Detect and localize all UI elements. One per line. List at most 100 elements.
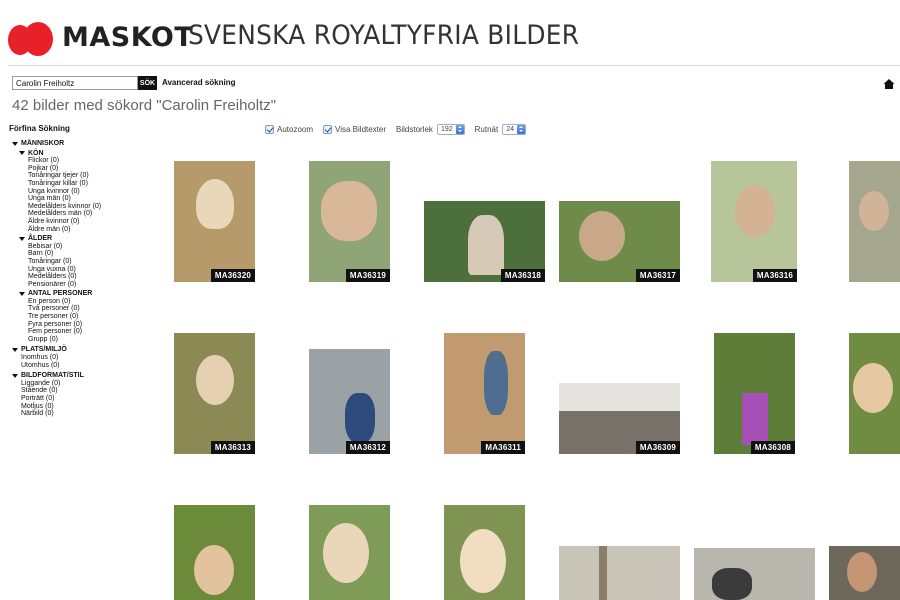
filter-item[interactable]: Pensionärer (0)	[19, 281, 162, 289]
filter-item[interactable]: Äldre män (0)	[19, 226, 162, 234]
filter-list: Bebisar (0) Barn (0) Tonåringar (0) Unga…	[19, 243, 162, 289]
filter-item[interactable]: Unga vuxna (0)	[19, 266, 162, 274]
category-toggle[interactable]: MÄNNISKOR	[12, 140, 162, 148]
group-toggle[interactable]: ANTAL PERSONER	[19, 290, 162, 298]
photo-thumbnail[interactable]	[444, 505, 525, 600]
filter-item[interactable]: Stående (0)	[12, 387, 162, 395]
filter-item[interactable]: Unga kvinnor (0)	[19, 188, 162, 196]
filter-item[interactable]: Barn (0)	[19, 250, 162, 258]
filter-item[interactable]: Motljus (0)	[12, 403, 162, 411]
captions-option[interactable]: Visa Bildtexter	[323, 124, 387, 134]
filter-item[interactable]: Porträtt (0)	[12, 395, 162, 403]
home-icon[interactable]	[883, 78, 895, 90]
image-code: MA36320	[210, 269, 255, 282]
triangle-down-icon	[19, 236, 25, 241]
captions-label: Visa Bildtexter	[335, 124, 387, 134]
brand-tagline: SVENSKA ROYALTYFRIA BILDER	[188, 20, 580, 51]
image-size-value: 192	[440, 125, 453, 133]
image-size-select[interactable]: 192	[436, 123, 465, 135]
image-code: MA36313	[210, 441, 255, 454]
photo-subject	[484, 351, 508, 415]
image-code: MA36309	[635, 441, 680, 454]
photo-thumbnail[interactable]: MA36313	[174, 333, 255, 454]
filter-item[interactable]: Två personer (0)	[19, 305, 162, 313]
filter-item[interactable]: Inomhus (0)	[12, 354, 162, 362]
filter-item[interactable]: Tonåringar killar (0)	[19, 180, 162, 188]
filter-item[interactable]: Tonåringar tjejer (0)	[19, 172, 162, 180]
filter-item[interactable]: Medelålders män (0)	[19, 210, 162, 218]
group-label: KÖN	[28, 149, 44, 157]
group-toggle[interactable]: ÅLDER	[19, 235, 162, 243]
search-input[interactable]	[12, 76, 138, 90]
filter-item[interactable]: Tre personer (0)	[19, 313, 162, 321]
photo-thumbnail[interactable]	[694, 548, 815, 600]
filter-item[interactable]: Grupp (0)	[19, 336, 162, 344]
category-bildformat-stil: BILDFORMAT/STIL Liggande (0) Stående (0)…	[12, 372, 162, 418]
photo-thumbnail[interactable]: MA36316	[711, 161, 797, 282]
photo-subject	[742, 393, 768, 445]
photo-thumbnail[interactable]: MA36320	[174, 161, 255, 282]
autozoom-label: Autozoom	[277, 124, 314, 134]
maskot-logo-icon[interactable]	[8, 20, 54, 56]
photo-thumbnail[interactable]: MA36318	[424, 201, 545, 282]
category-toggle[interactable]: BILDFORMAT/STIL	[12, 372, 162, 380]
filter-item[interactable]: Äldre kvinnor (0)	[19, 218, 162, 226]
select-arrows-icon	[517, 124, 525, 134]
photo-subject	[468, 215, 504, 275]
triangle-down-icon	[19, 292, 25, 297]
header-divider	[8, 65, 900, 66]
brand-name[interactable]: MASKOT	[62, 22, 193, 53]
advanced-search-link[interactable]: Avancerad sökning	[162, 78, 236, 87]
filter-item[interactable]: Medelålders (0)	[19, 273, 162, 281]
autozoom-checkbox[interactable]	[265, 124, 274, 134]
filter-item[interactable]: Bebisar (0)	[19, 243, 162, 251]
refine-title: Förfina Sökning	[9, 124, 70, 133]
photo-subject	[579, 211, 625, 261]
captions-checkbox[interactable]	[323, 124, 333, 134]
triangle-down-icon	[12, 374, 18, 379]
filter-list: Flickor (0) Pojkar (0) Tonåringar tjejer…	[19, 157, 162, 233]
triangle-down-icon	[12, 141, 18, 146]
grid-value: 24	[506, 125, 514, 133]
triangle-down-icon	[12, 348, 18, 353]
filter-item[interactable]: Flickor (0)	[19, 157, 162, 165]
photo-subject	[196, 355, 234, 405]
grid-select[interactable]: 24	[502, 123, 526, 135]
display-options: Autozoom Visa Bildtexter Bildstorlek 192…	[265, 122, 536, 136]
photo-thumbnail[interactable]: MA36317	[559, 201, 680, 282]
grid-label: Rutnät	[474, 124, 499, 134]
photo-subject	[460, 529, 506, 593]
photo-thumbnail[interactable]: MA36308	[714, 333, 795, 454]
filter-item[interactable]: Närbild (0)	[12, 410, 162, 418]
image-size-option: Bildstorlek 192	[396, 123, 465, 135]
filter-item[interactable]: Fem personer (0)	[19, 328, 162, 336]
filter-item[interactable]: Fyra personer (0)	[19, 321, 162, 329]
image-code: MA36319	[345, 269, 390, 282]
image-code: MA36308	[750, 441, 795, 454]
image-code: MA36311	[481, 441, 525, 454]
group-label: ANTAL PERSONER	[28, 290, 93, 298]
photo-thumbnail[interactable]: MA36309	[559, 383, 680, 454]
photo-thumbnail[interactable]	[559, 546, 680, 600]
photo-thumbnail[interactable]	[174, 505, 255, 600]
photo-thumbnail[interactable]	[829, 546, 900, 600]
photo-thumbnail[interactable]: MA36311	[444, 333, 525, 454]
photo-thumbnail[interactable]	[309, 505, 390, 600]
category-manniskor: MÄNNISKOR KÖN Flickor (0) Pojkar (0) Ton…	[12, 140, 162, 343]
filter-item[interactable]: Tonåringar (0)	[19, 258, 162, 266]
photo-thumbnail[interactable]	[849, 161, 900, 282]
filter-item[interactable]: Unga män (0)	[19, 195, 162, 203]
autozoom-option[interactable]: Autozoom	[265, 124, 314, 134]
photo-thumbnail[interactable]: MA36319	[309, 161, 390, 282]
photo-subject	[712, 568, 752, 600]
filter-item[interactable]: Utomhus (0)	[12, 362, 162, 370]
grid-option: Rutnät 24	[474, 123, 526, 135]
category-label: MÄNNISKOR	[21, 140, 65, 147]
group-toggle[interactable]: KÖN	[19, 150, 162, 158]
photo-thumbnail[interactable]: MA36312	[309, 349, 390, 454]
image-size-label: Bildstorlek	[396, 124, 433, 134]
photo-thumbnail[interactable]	[849, 333, 900, 454]
search-button[interactable]: SÖK	[138, 76, 157, 90]
category-toggle[interactable]: PLATS/MILJÖ	[12, 346, 162, 354]
image-code: MA36312	[345, 441, 390, 454]
